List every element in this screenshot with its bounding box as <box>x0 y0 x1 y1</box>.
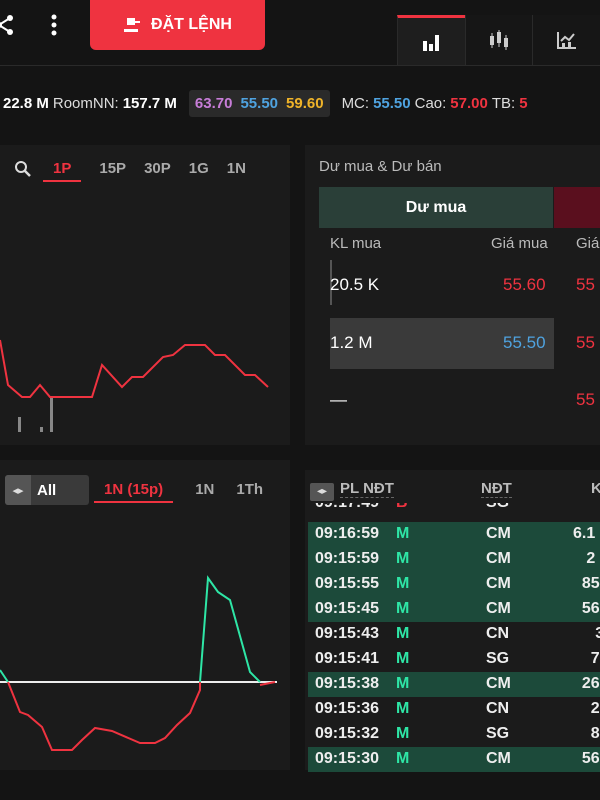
trade-row: 09:15:55 M CM 85.3 <box>308 572 600 597</box>
buy-tab[interactable]: Dư mua <box>319 187 553 228</box>
mc-label: MC: <box>341 95 370 112</box>
trade-time: 09:15:36 <box>315 700 380 717</box>
trade-investor: CM <box>486 600 511 617</box>
trade-time: 09:15:38 <box>315 675 380 692</box>
net-flow-negative-line <box>7 681 201 751</box>
trade-time: 09:15:55 <box>315 575 380 592</box>
trade-side: M <box>396 550 410 567</box>
chart-type-tabs <box>397 15 600 65</box>
col-sell-price: Giá <box>576 235 600 252</box>
trade-volume: 2.1 <box>590 700 600 717</box>
trade-investor: CM <box>486 550 511 567</box>
trade-volume: 7.8 <box>590 650 600 667</box>
buy-volume: 1.2 M <box>330 333 373 352</box>
avg-value: 5 <box>519 95 528 112</box>
trade-side: M <box>396 575 410 592</box>
tab-analysis[interactable] <box>532 15 600 65</box>
trade-row: 09:15:36 M CN 2.1 <box>308 697 600 722</box>
buy-volume: 20.5 K <box>330 275 380 294</box>
trade-row: 09:15:32 M SG 8.6 <box>308 722 600 747</box>
net-flow-positive-line <box>0 669 9 683</box>
tab-bar-chart[interactable] <box>397 15 465 65</box>
trade-investor: SG <box>486 503 509 512</box>
trade-investor: CM <box>486 525 511 542</box>
trade-time: 09:15:41 <box>315 650 380 667</box>
trade-time: 09:15:30 <box>315 750 380 767</box>
trade-side: B <box>396 503 408 512</box>
sell-price: 55 <box>576 333 595 352</box>
trade-time: 09:15:32 <box>315 725 380 742</box>
buy-volume: — <box>330 390 347 409</box>
trade-investor: CM <box>486 750 511 767</box>
col-buy-volume: KL mua <box>330 235 382 252</box>
trade-volume: 56.5 <box>581 750 600 767</box>
trade-time: 09:17:49 <box>315 503 379 512</box>
tab-candlestick[interactable] <box>464 15 533 65</box>
trade-volume: 2 M <box>586 550 600 567</box>
flow-line-chart <box>0 575 277 751</box>
bar-chart-icon <box>423 34 440 51</box>
trade-row: 09:17:49 B SG 7 <box>308 503 600 520</box>
trade-row: 09:15:59 M CM 2 M <box>308 547 600 572</box>
trade-row: 09:15:43 M CN 30 <box>308 622 600 647</box>
trade-side: M <box>396 625 410 642</box>
trade-volume: 30 <box>595 625 600 642</box>
trade-side: M <box>396 750 410 767</box>
trade-side: M <box>396 725 410 742</box>
mc-value: 55.50 <box>373 95 411 112</box>
candlestick-icon <box>490 30 508 50</box>
buy-price: 55.50 <box>503 333 546 352</box>
trade-row: 09:15:45 M CM 56.8 <box>308 597 600 622</box>
trade-time: 09:15:43 <box>315 625 380 642</box>
trade-volume: 56.8 <box>581 600 600 617</box>
trade-time: 09:16:59 <box>315 525 380 542</box>
high-label: Cao: <box>414 95 447 112</box>
trade-volume: 26.2 <box>581 675 600 692</box>
trade-investor: CN <box>486 625 510 642</box>
trade-row: 09:16:59 M CM 6.1 M <box>308 522 600 547</box>
trade-row: 09:15:41 M SG 7.8 <box>308 647 600 672</box>
trade-investor: CN <box>486 700 510 717</box>
orderbook-title: Dư mua & Dư bán <box>319 158 442 175</box>
trade-investor: CM <box>486 575 511 592</box>
col-buy-price: Giá mua <box>491 235 548 252</box>
trade-side: M <box>396 600 410 617</box>
trade-investor: SG <box>486 725 510 742</box>
trade-time: 09:15:59 <box>315 550 380 567</box>
trade-volume: 7 <box>563 503 600 512</box>
col-volume: K <box>591 480 600 497</box>
trade-volume: 6.1 M <box>572 525 600 542</box>
trade-side: M <box>396 650 410 667</box>
trade-volume: 85.3 <box>581 575 600 592</box>
net-flow-positive-line <box>199 575 261 683</box>
trade-time: 09:15:45 <box>315 600 380 617</box>
col-investor[interactable]: NĐT <box>481 480 512 498</box>
buy-price: 55.60 <box>503 275 546 294</box>
sell-tab[interactable] <box>554 187 600 228</box>
reference-price: 59.60 <box>286 95 324 112</box>
sell-price: 55 <box>576 390 595 409</box>
trade-side: M <box>396 525 410 542</box>
col-investor-type[interactable]: PL NĐT <box>340 480 394 498</box>
trade-volume: 8.6 <box>590 725 600 742</box>
expand-arrows-icon[interactable]: ◂▸ <box>310 483 334 501</box>
trade-row: 09:15:38 M CM 26.2 <box>308 672 600 697</box>
trade-side: M <box>396 675 410 692</box>
trade-side: M <box>396 700 410 717</box>
trade-investor: CM <box>486 675 511 692</box>
trade-row: 09:15:30 M CM 56.5 <box>308 747 600 772</box>
avg-label: TB: <box>491 95 516 112</box>
analysis-chart-icon <box>556 32 576 49</box>
sell-price: 55 <box>576 275 595 294</box>
trade-investor: SG <box>486 650 510 667</box>
high-value: 57.00 <box>450 95 488 112</box>
